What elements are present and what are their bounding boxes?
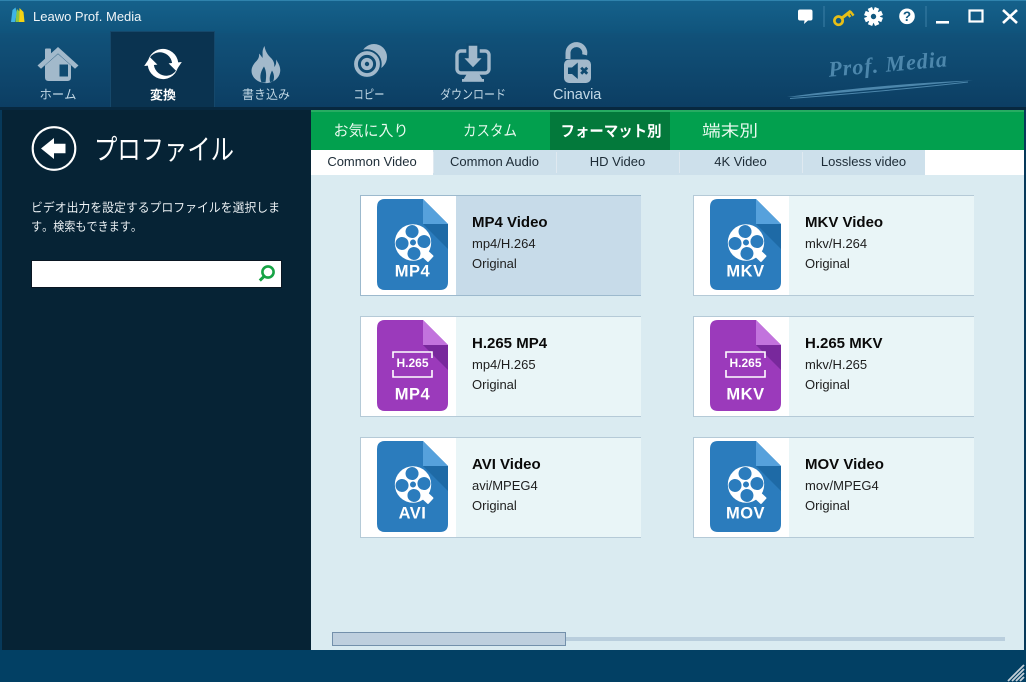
svg-text:MKV: MKV	[726, 386, 764, 404]
svg-text:MKV: MKV	[726, 263, 764, 281]
svg-text:MOV: MOV	[726, 505, 765, 523]
svg-text:H.265: H.265	[729, 356, 761, 370]
svg-text:MP4: MP4	[395, 263, 431, 281]
svg-text:H.265: H.265	[396, 356, 428, 370]
svg-text:AVI: AVI	[399, 505, 427, 523]
svg-text:?: ?	[903, 9, 911, 24]
svg-text:MP4: MP4	[395, 386, 431, 404]
